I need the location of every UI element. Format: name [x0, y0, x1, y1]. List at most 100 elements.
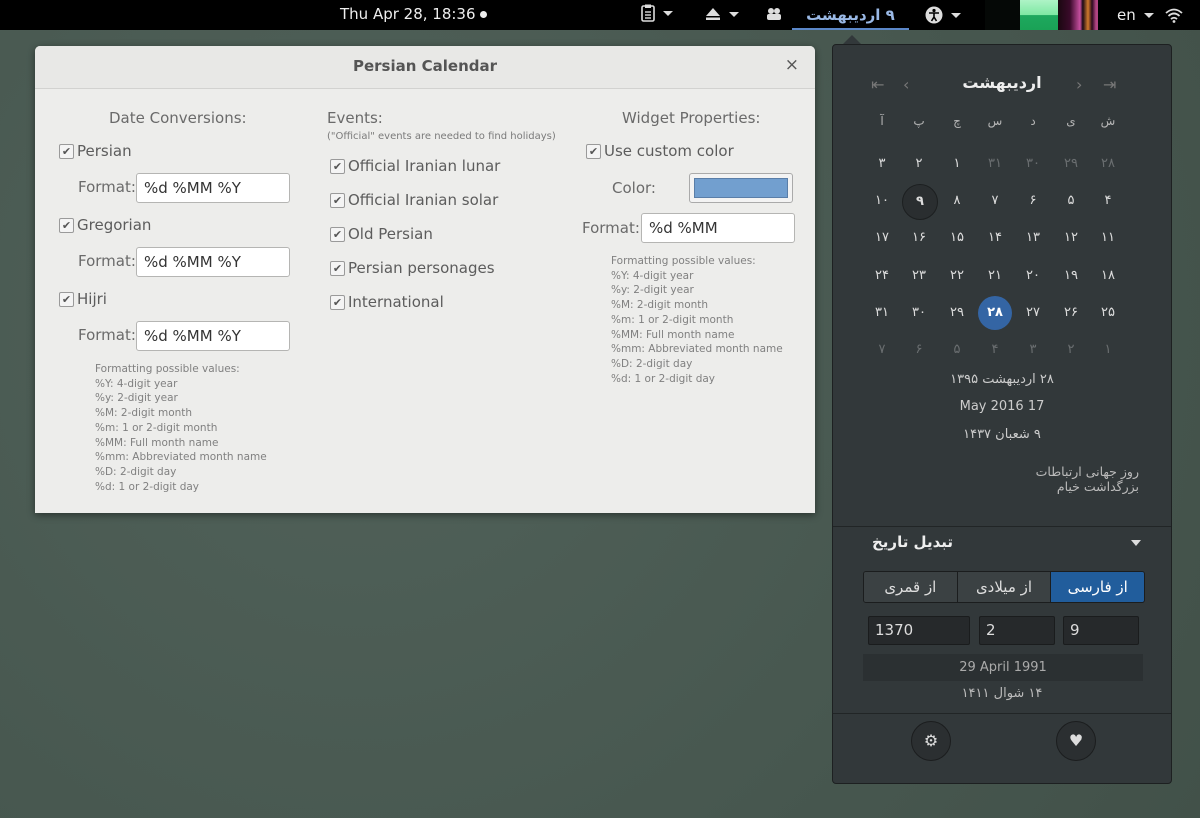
calendar-day[interactable]: ۵	[940, 333, 974, 367]
calendar-day[interactable]: ۱۵	[940, 221, 974, 255]
calendar-day[interactable]: ۳	[1016, 333, 1050, 367]
calendar-day[interactable]: ۲۲	[940, 259, 974, 293]
event-international-checkbox[interactable]: ✔ International	[330, 293, 444, 311]
calendar-day[interactable]: ۳۱	[865, 296, 899, 330]
day-input[interactable]: 9	[1063, 616, 1139, 645]
calendar-day[interactable]: ۵	[1054, 184, 1088, 218]
calendar-day[interactable]: ۴	[1091, 184, 1125, 218]
weekday-header: ی	[1066, 114, 1076, 128]
user-status-button[interactable]	[766, 7, 782, 21]
calendar-day[interactable]: ۱۶	[902, 221, 936, 255]
persian-calendar-indicator[interactable]: ۹ اردیبهشت	[792, 0, 909, 30]
calendar-day[interactable]: ۶	[1016, 184, 1050, 218]
network-menu[interactable]	[1165, 7, 1183, 23]
help-line: %M: 2-digit month	[95, 407, 193, 420]
use-custom-color-checkbox[interactable]: ✔ Use custom color	[586, 142, 734, 160]
accessibility-menu[interactable]	[925, 6, 961, 24]
help-line: %MM: Full month name	[611, 328, 735, 341]
eject-icon	[706, 8, 720, 20]
system-monitor-memory-graph[interactable]	[1020, 0, 1058, 30]
hijri-format-input[interactable]	[136, 321, 290, 351]
calendar-day[interactable]: ۱	[1091, 333, 1125, 367]
calendar-day[interactable]: ۲۴	[865, 259, 899, 293]
calendar-day[interactable]: ۲۸	[1091, 147, 1125, 181]
calendar-day[interactable]: ۲۹	[940, 296, 974, 330]
calendar-day[interactable]: ۳۰	[902, 296, 936, 330]
calendar-day[interactable]: ۱۴	[978, 221, 1012, 255]
calendar-day[interactable]: ۳	[865, 147, 899, 181]
chevron-down-icon	[951, 12, 961, 18]
calendar-day[interactable]: ۲۵	[1091, 296, 1125, 330]
tab-from-hijri[interactable]: از قمری	[864, 572, 958, 602]
donate-button[interactable]: ♥	[1056, 721, 1096, 761]
dialog-titlebar[interactable]: Persian Calendar ×	[35, 46, 815, 89]
last-month-icon[interactable]: ⇥	[1103, 75, 1116, 94]
settings-button[interactable]: ⚙	[911, 721, 951, 761]
keyboard-layout-menu[interactable]: en	[1117, 6, 1154, 24]
help-line: %d: 1 or 2-digit day	[611, 372, 716, 385]
calendar-day[interactable]: ۲۱	[978, 259, 1012, 293]
accessibility-icon	[925, 6, 943, 24]
color-picker-button[interactable]	[689, 173, 793, 203]
event-persian-personages-checkbox[interactable]: ✔ Persian personages	[330, 259, 495, 277]
calendar-day[interactable]: ۲۶	[1054, 296, 1088, 330]
calendar-day[interactable]: ۱	[940, 147, 974, 181]
calendar-day[interactable]: ۱۷	[865, 221, 899, 255]
events-subtitle: ("Official" events are needed to find ho…	[327, 131, 556, 142]
help-line: Formatting possible values:	[95, 363, 240, 375]
selected-date-gregorian: 17 May 2016	[959, 399, 1045, 414]
system-monitor-cpu-graph[interactable]	[985, 0, 1020, 30]
calendar-day[interactable]: ۲۳	[902, 259, 936, 293]
checkbox-checked-icon: ✔	[330, 158, 345, 174]
calendar-day[interactable]: ۱۹	[1054, 259, 1088, 293]
converter-title: تبدیل تاریخ	[871, 533, 953, 551]
top-bar: Thu Apr 28, 18:36 ۹ اردیبهشت en	[0, 0, 1200, 30]
system-monitor-network-graph[interactable]	[1058, 0, 1098, 30]
calendar-day[interactable]: ۹	[902, 184, 938, 221]
color-swatch	[694, 178, 788, 198]
calendar-day[interactable]: ۱۳	[1016, 221, 1050, 255]
chevron-right-icon[interactable]: ›	[1076, 75, 1082, 94]
popup-arrow	[843, 35, 861, 44]
event-old-persian-checkbox[interactable]: ✔ Old Persian	[330, 225, 433, 243]
calendar-day[interactable]: ۲	[902, 147, 936, 181]
gregorian-format-input[interactable]	[136, 247, 290, 277]
tab-from-gregorian[interactable]: از میلادی	[957, 572, 1052, 602]
close-icon[interactable]: ×	[785, 55, 799, 75]
clock-menu[interactable]: Thu Apr 28, 18:36	[340, 5, 487, 23]
persian-format-input[interactable]	[136, 173, 290, 203]
calendar-day[interactable]: ۲۰	[1016, 259, 1050, 293]
event-item: روز جهانی ارتباطات	[1035, 464, 1139, 479]
calendar-day[interactable]: ۲	[1054, 333, 1088, 367]
calendar-day[interactable]: ۲۷	[1016, 296, 1050, 330]
calendar-day[interactable]: ۷	[978, 184, 1012, 218]
calendar-day[interactable]: ۷	[865, 333, 899, 367]
calendar-day[interactable]: ۶	[902, 333, 936, 367]
calendar-day[interactable]: ۱۸	[1091, 259, 1125, 293]
calendar-day[interactable]: ۸	[940, 184, 974, 218]
calendar-popup: ⇤ ‹ اردیبهشت › ⇥ ش ی د س چ پ آ ۲۸ ۲۹ ۳۰ ۳۱ ۱ ۲ ۳ ۴ ۵ ۶ ۷ ۸…	[832, 44, 1172, 784]
persian-checkbox[interactable]: ✔ Persian	[59, 142, 132, 160]
calendar-day[interactable]: ۴	[978, 333, 1012, 367]
gregorian-format-label: Format:	[78, 252, 136, 270]
calendar-day[interactable]: ۱۱	[1091, 221, 1125, 255]
calendar-day[interactable]: ۲۸	[978, 295, 1012, 330]
chevron-down-icon[interactable]	[1131, 540, 1141, 546]
calendar-day[interactable]: ۲۹	[1054, 147, 1088, 181]
event-official-lunar-checkbox[interactable]: ✔ Official Iranian lunar	[330, 157, 500, 175]
gregorian-checkbox-label: Gregorian	[77, 216, 152, 234]
hijri-checkbox[interactable]: ✔ Hijri	[59, 290, 107, 308]
calendar-day[interactable]: ۳۰	[1016, 147, 1050, 181]
calendar-day[interactable]: ۱۲	[1054, 221, 1088, 255]
calendar-day[interactable]: ۱۰	[865, 184, 899, 218]
tab-from-persian[interactable]: از فارسی	[1051, 572, 1144, 602]
month-input[interactable]: 2	[979, 616, 1055, 645]
clipboard-menu[interactable]	[641, 4, 673, 22]
gregorian-checkbox[interactable]: ✔ Gregorian	[59, 216, 151, 234]
year-input[interactable]: 1370	[868, 616, 970, 645]
removable-devices-menu[interactable]	[705, 7, 739, 21]
calendar-day[interactable]: ۳۱	[978, 147, 1012, 181]
help-line: %y: 2-digit year	[95, 392, 178, 405]
widget-format-input[interactable]	[641, 213, 795, 243]
event-official-solar-checkbox[interactable]: ✔ Official Iranian solar	[330, 191, 498, 209]
